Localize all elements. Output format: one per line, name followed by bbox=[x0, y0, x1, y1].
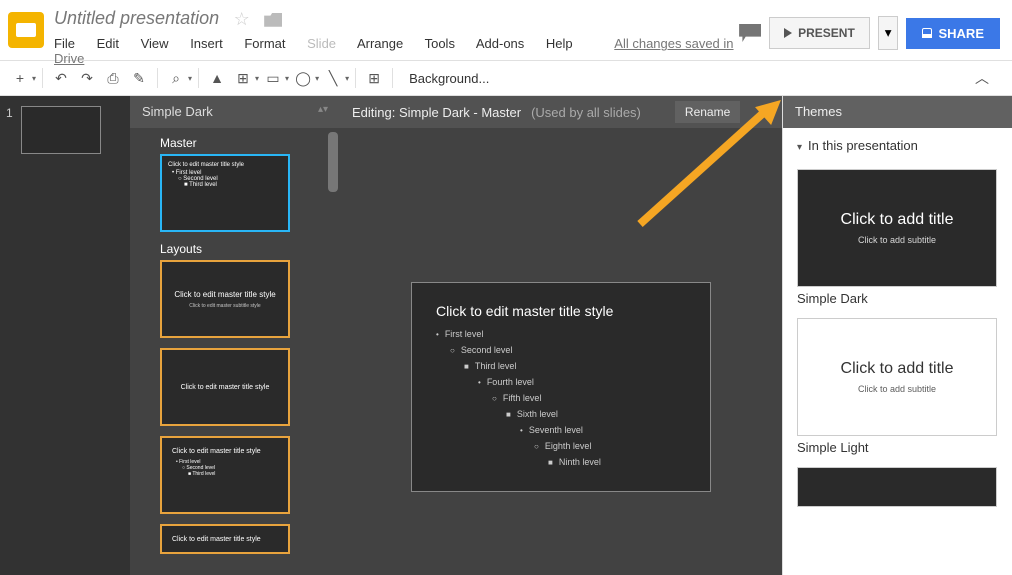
paint-icon[interactable]: ✎ bbox=[127, 66, 151, 90]
menu-slide: Slide bbox=[307, 36, 336, 51]
background-button[interactable]: Background... bbox=[399, 71, 499, 86]
undo-icon[interactable]: ↶ bbox=[49, 66, 73, 90]
menu-arrange[interactable]: Arrange bbox=[357, 36, 403, 51]
new-slide-icon[interactable]: + bbox=[8, 66, 32, 90]
menu-addons[interactable]: Add-ons bbox=[476, 36, 524, 51]
close-icon[interactable]: ✕ bbox=[758, 104, 770, 121]
comments-icon[interactable] bbox=[739, 24, 761, 42]
layout-thumbnail-2[interactable]: Click to edit master title style bbox=[160, 348, 290, 426]
canvas-header: Editing: Simple Dark - Master (Used by a… bbox=[340, 96, 782, 128]
menu-edit[interactable]: Edit bbox=[97, 36, 119, 51]
add-placeholder-icon[interactable]: ⊞ bbox=[362, 66, 386, 90]
menu-view[interactable]: View bbox=[141, 36, 169, 51]
master-panel-title: Simple Dark bbox=[142, 104, 213, 120]
preview-title[interactable]: Click to edit master title style bbox=[436, 303, 686, 319]
print-icon[interactable]: ⎙ bbox=[101, 66, 125, 90]
menu-insert[interactable]: Insert bbox=[190, 36, 223, 51]
canvas-area: Editing: Simple Dark - Master (Used by a… bbox=[340, 96, 782, 575]
zoom-icon[interactable]: ⌕ bbox=[164, 66, 188, 90]
present-dropdown[interactable]: ▾ bbox=[878, 16, 899, 50]
menu-file[interactable]: File bbox=[54, 36, 75, 51]
select-icon[interactable]: ▲ bbox=[205, 66, 229, 90]
layouts-label: Layouts bbox=[160, 242, 340, 256]
slides-logo bbox=[8, 12, 44, 48]
collapse-icon[interactable]: ︿ bbox=[970, 66, 994, 90]
menu-help[interactable]: Help bbox=[546, 36, 573, 51]
canvas-title: Editing: Simple Dark - Master bbox=[352, 105, 521, 120]
master-label: Master bbox=[160, 136, 340, 150]
star-icon[interactable]: ☆ bbox=[234, 9, 250, 30]
master-slide-preview[interactable]: Click to edit master title style First l… bbox=[411, 282, 711, 492]
scrollbar[interactable] bbox=[328, 132, 338, 192]
themes-header: Themes bbox=[783, 96, 1012, 128]
lock-icon bbox=[922, 28, 932, 38]
share-button[interactable]: SHARE bbox=[906, 18, 1000, 49]
theme-simple-light[interactable]: Click to add title Click to add subtitle bbox=[797, 318, 997, 436]
theme-name-2: Simple Light bbox=[797, 440, 998, 455]
master-thumbnail[interactable]: Click to edit master title style • First… bbox=[160, 154, 290, 232]
app-header: Untitled presentation ☆ File Edit View I… bbox=[0, 0, 1012, 60]
textbox-icon[interactable]: ⊞ bbox=[231, 66, 255, 90]
canvas-subtitle: (Used by all slides) bbox=[531, 105, 641, 120]
folder-icon[interactable] bbox=[264, 13, 282, 27]
slide-thumbnail[interactable] bbox=[21, 106, 101, 154]
shape-icon[interactable]: ◯ bbox=[291, 66, 315, 90]
layout-thumbnail-1[interactable]: Click to edit master title style Click t… bbox=[160, 260, 290, 338]
theme-next[interactable] bbox=[797, 467, 997, 507]
canvas-body[interactable]: Click to edit master title style First l… bbox=[340, 128, 782, 575]
line-icon[interactable]: ╲ bbox=[321, 66, 345, 90]
master-panel-header: Simple Dark ▴▾ bbox=[130, 96, 340, 128]
sort-icon[interactable]: ▴▾ bbox=[318, 104, 328, 120]
rename-button[interactable]: Rename bbox=[675, 101, 740, 123]
image-icon[interactable]: ▭ bbox=[261, 66, 285, 90]
menu-tools[interactable]: Tools bbox=[425, 36, 455, 51]
present-button[interactable]: PRESENT bbox=[769, 17, 870, 49]
menu-bar: File Edit View Insert Format Slide Arran… bbox=[54, 36, 739, 66]
doc-title[interactable]: Untitled presentation bbox=[54, 8, 219, 29]
theme-name-1: Simple Dark bbox=[797, 291, 998, 306]
layout-thumbnail-3[interactable]: Click to edit master title style • First… bbox=[160, 436, 290, 514]
main-area: 1 Simple Dark ▴▾ Master Click to edit ma… bbox=[0, 96, 1012, 575]
themes-panel: Themes In this presentation Click to add… bbox=[782, 96, 1012, 575]
redo-icon[interactable]: ↷ bbox=[75, 66, 99, 90]
themes-section[interactable]: In this presentation bbox=[783, 128, 1012, 163]
theme-simple-dark[interactable]: Click to add title Click to add subtitle bbox=[797, 169, 997, 287]
play-icon bbox=[784, 28, 792, 38]
slide-number: 1 bbox=[6, 106, 13, 120]
slide-navigator: 1 bbox=[0, 96, 130, 575]
master-panel: Simple Dark ▴▾ Master Click to edit mast… bbox=[130, 96, 340, 575]
menu-format[interactable]: Format bbox=[244, 36, 285, 51]
layout-thumbnail-4[interactable]: Click to edit master title style bbox=[160, 524, 290, 554]
